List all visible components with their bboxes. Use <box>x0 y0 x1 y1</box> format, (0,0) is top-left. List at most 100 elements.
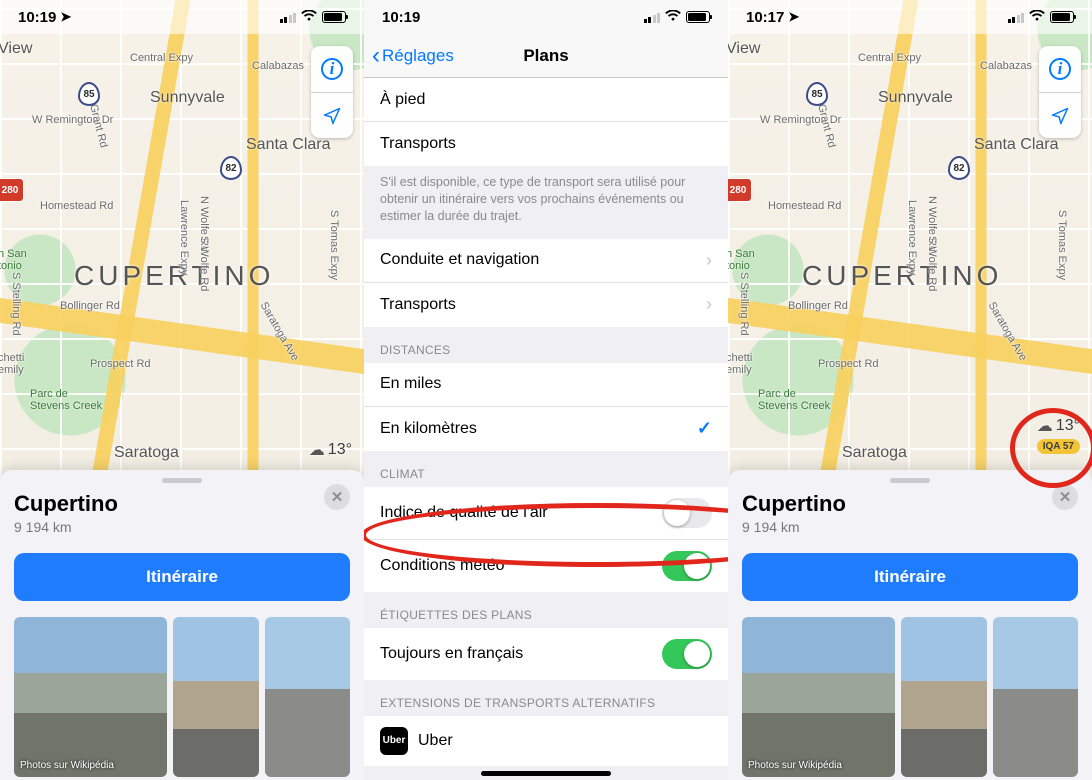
weather-badge[interactable]: ☁13° <box>309 440 352 460</box>
wifi-icon <box>301 9 317 25</box>
place-distance: 9 194 km <box>742 519 1078 535</box>
row-label: Indice de qualité de l'air <box>380 504 548 522</box>
road-homestead: Homestead Rd <box>768 200 841 212</box>
photo-thumb[interactable]: Photos sur Wikipédia <box>742 617 895 777</box>
city-cupertino: CUPERTINO <box>802 260 1002 292</box>
home-indicator[interactable] <box>481 771 611 776</box>
sheet-grabber[interactable] <box>162 478 202 483</box>
weather-badge[interactable]: ☁13° IQA 57 <box>1037 416 1080 454</box>
city-sunnyvale: Sunnyvale <box>878 89 953 107</box>
shield-85: 85 <box>78 82 100 106</box>
shield-280: 280 <box>728 178 752 202</box>
row-uber[interactable]: Uber Uber <box>364 716 728 766</box>
battery-icon <box>322 11 346 23</box>
sheet-grabber[interactable] <box>890 478 930 483</box>
photo-credit: Photos sur Wikipédia <box>748 760 842 771</box>
photo-thumb[interactable]: Photos sur Wikipédia <box>14 617 167 777</box>
row-miles[interactable]: En miles <box>364 363 728 407</box>
city-santaclara: Santa Clara <box>246 136 331 154</box>
section-header-distances: DISTANCES <box>364 327 728 363</box>
chevron-right-icon: › <box>706 250 712 271</box>
city-view: View <box>728 40 760 58</box>
row-label: En miles <box>380 375 441 393</box>
map-controls: i <box>1039 46 1081 138</box>
checkmark-icon: ✓ <box>697 418 712 439</box>
weather-temp: 13° <box>1056 417 1080 435</box>
map-controls: i <box>311 46 353 138</box>
photo-thumb[interactable] <box>993 617 1078 777</box>
info-button[interactable]: i <box>311 46 353 92</box>
toggle-air-quality[interactable] <box>662 498 712 528</box>
photo-thumb[interactable] <box>173 617 258 777</box>
row-label: Conditions météo <box>380 557 505 575</box>
nav-bar: ‹Réglages Plans <box>364 34 728 78</box>
place-sheet[interactable]: ✕ Cupertino 9 194 km Itinéraire Photos s… <box>0 470 364 780</box>
city-saratoga: Saratoga <box>114 444 179 462</box>
info-button[interactable]: i <box>1039 46 1081 92</box>
section-header-climate: CLIMAT <box>364 451 728 487</box>
phone-map-left: 10:19➤ i View Sunnyvale Santa Clara CUPE… <box>0 0 364 780</box>
close-button[interactable]: ✕ <box>324 484 350 510</box>
shield-82: 82 <box>948 156 970 180</box>
row-air-quality[interactable]: Indice de qualité de l'air <box>364 487 728 540</box>
row-label: Transports <box>380 135 456 153</box>
photo-strip[interactable]: Photos sur Wikipédia <box>742 617 1078 777</box>
photo-credit: Photos sur Wikipédia <box>20 760 114 771</box>
row-transit-mode[interactable]: Transports <box>364 122 728 166</box>
chevron-right-icon: › <box>706 294 712 315</box>
road-central: Central Expy <box>130 52 193 64</box>
road-central: Central Expy <box>858 52 921 64</box>
road-bollinger: Bollinger Rd <box>60 300 120 312</box>
park-stevens: Parc de Stevens Creek <box>30 388 102 412</box>
status-time: 10:17 <box>746 9 784 26</box>
status-time: 10:19 <box>18 9 56 26</box>
air-quality-badge: IQA 57 <box>1037 439 1080 454</box>
directions-button[interactable]: Itinéraire <box>742 553 1078 601</box>
toggle-weather[interactable] <box>662 551 712 581</box>
road-stelling: S Stelling Rd <box>10 272 22 336</box>
place-sheet[interactable]: ✕ Cupertino 9 194 km Itinéraire Photos s… <box>728 470 1092 780</box>
row-driving-nav[interactable]: Conduite et navigation› <box>364 239 728 283</box>
label-chetti: chetti emily <box>0 352 24 376</box>
row-label: Toujours en français <box>380 645 523 663</box>
status-bar: 10:19➤ <box>0 0 364 34</box>
photo-thumb[interactable] <box>265 617 350 777</box>
row-kilometres[interactable]: En kilomètres ✓ <box>364 407 728 451</box>
road-lawrence: Lawrence Expy <box>178 200 190 275</box>
row-transit-nav[interactable]: Transports› <box>364 283 728 327</box>
section-footer: S'il est disponible, ce type de transpor… <box>364 166 728 239</box>
park-san: h San tonio <box>728 248 755 272</box>
city-sunnyvale: Sunnyvale <box>150 89 225 107</box>
road-lawrence: Lawrence Expy <box>906 200 918 275</box>
back-button[interactable]: ‹Réglages <box>372 44 454 68</box>
settings-list[interactable]: À pied Transports S'il est disponible, c… <box>364 78 728 766</box>
photo-strip[interactable]: Photos sur Wikipédia <box>14 617 350 777</box>
city-santaclara: Santa Clara <box>974 136 1059 154</box>
row-labels-french[interactable]: Toujours en français <box>364 628 728 680</box>
battery-icon <box>686 11 710 23</box>
road-wolfe-s: S Wolfe Rd <box>926 236 938 291</box>
toggle-labels-french[interactable] <box>662 639 712 669</box>
cloud-icon: ☁ <box>1037 416 1053 436</box>
locate-me-button[interactable] <box>311 92 353 138</box>
phone-settings: 10:19 ‹Réglages Plans À pied Transports … <box>364 0 728 780</box>
shield-85: 85 <box>806 82 828 106</box>
road-prospect: Prospect Rd <box>818 358 879 370</box>
row-walking[interactable]: À pied <box>364 78 728 122</box>
directions-button[interactable]: Itinéraire <box>14 553 350 601</box>
cellular-icon <box>1008 12 1025 23</box>
cellular-icon <box>280 12 297 23</box>
photo-thumb[interactable] <box>901 617 986 777</box>
shield-280: 280 <box>0 178 24 202</box>
row-label: En kilomètres <box>380 420 477 438</box>
wifi-icon <box>665 9 681 25</box>
shield-82: 82 <box>220 156 242 180</box>
locate-me-button[interactable] <box>1039 92 1081 138</box>
status-bar: 10:19 <box>364 0 728 34</box>
close-button[interactable]: ✕ <box>1052 484 1078 510</box>
road-homestead: Homestead Rd <box>40 200 113 212</box>
road-calabazas: Calabazas <box>980 60 1032 72</box>
row-weather[interactable]: Conditions météo <box>364 540 728 592</box>
road-calabazas: Calabazas <box>252 60 304 72</box>
road-stelling: S Stelling Rd <box>738 272 750 336</box>
